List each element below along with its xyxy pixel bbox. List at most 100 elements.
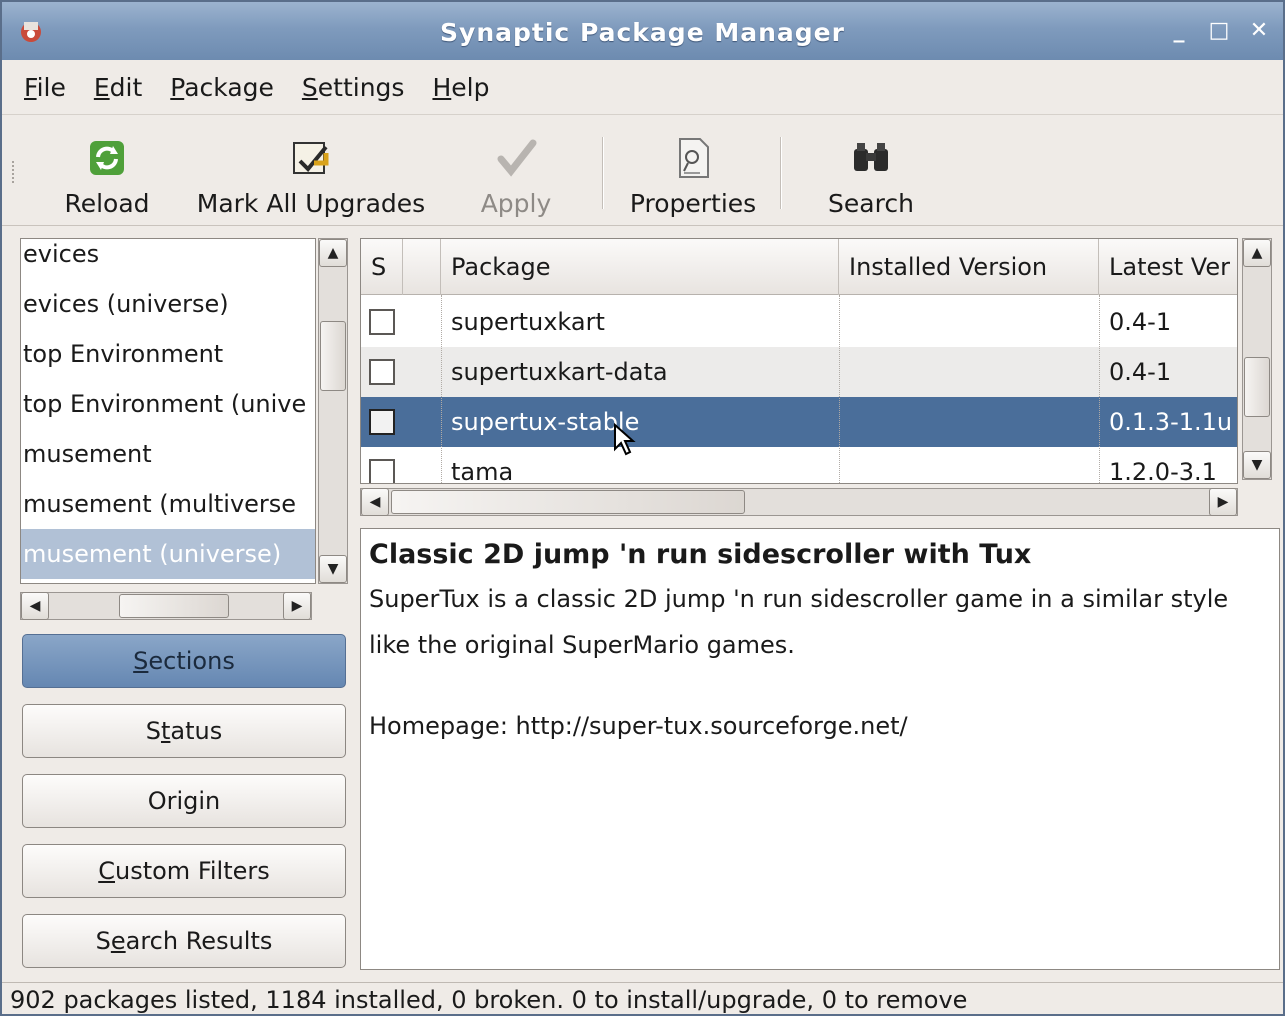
package-name: supertuxkart-data — [451, 358, 668, 386]
scroll-down-arrow-icon[interactable]: ▼ — [319, 555, 347, 583]
latest-version: 0.1.3-1.1u — [1109, 408, 1233, 436]
package-checkbox[interactable] — [369, 459, 395, 483]
origin-filter-label: Origin — [147, 787, 221, 815]
properties-button[interactable]: Properties — [622, 125, 764, 221]
menu-edit-label: dit — [109, 72, 143, 102]
installed-version — [849, 447, 1099, 483]
package-vertical-scrollbar[interactable]: ▲ ▼ — [1242, 238, 1272, 480]
search-results-mnemonic: e — [110, 927, 126, 955]
maximize-button[interactable]: □ — [1206, 18, 1232, 44]
minimize-button[interactable]: _ — [1166, 18, 1192, 44]
menu-package-mnemonic: P — [170, 72, 185, 102]
table-row[interactable]: supertuxkart 0.4-1 — [361, 297, 1237, 347]
menu-help[interactable]: Help — [430, 69, 491, 106]
section-item[interactable]: top Environment — [21, 329, 315, 379]
installed-version — [849, 297, 1099, 347]
section-item[interactable]: musement (multiverse — [21, 479, 315, 529]
package-checkbox[interactable] — [369, 309, 395, 335]
origin-filter-button[interactable]: Origin — [22, 774, 346, 828]
section-item[interactable]: evices — [21, 239, 315, 279]
toolbar-separator — [780, 137, 782, 209]
column-header-package[interactable]: Package — [441, 239, 839, 295]
scroll-left-arrow-icon[interactable]: ◀ — [21, 592, 49, 620]
column-divider — [1099, 295, 1100, 483]
title-bar[interactable]: Synaptic Package Manager _ □ ✕ — [2, 2, 1283, 60]
column-divider — [441, 295, 442, 483]
reload-button[interactable]: Reload — [52, 125, 162, 221]
sections-scroll-thumb[interactable] — [320, 321, 346, 391]
section-item[interactable]: musement — [21, 429, 315, 479]
column-header-blank[interactable] — [403, 239, 441, 295]
mouse-cursor-icon — [614, 423, 636, 456]
mark-all-upgrades-label: Mark All Upgrades — [196, 189, 426, 218]
sections-horizontal-scrollbar[interactable]: ◀ ▶ — [20, 592, 312, 620]
menu-edit[interactable]: Edit — [92, 69, 144, 106]
package-name: tama — [451, 458, 514, 484]
properties-icon — [679, 138, 709, 178]
custom-filters-button[interactable]: Custom Filters — [22, 844, 346, 898]
installed-version — [849, 397, 1099, 447]
section-item[interactable]: evices (universe) — [21, 279, 315, 329]
sections-list[interactable]: evices evices (universe) top Environment… — [20, 238, 316, 584]
package-scroll-thumb[interactable] — [1244, 357, 1270, 417]
reload-icon — [90, 141, 124, 175]
latest-version: 0.4-1 — [1109, 358, 1172, 386]
description-homepage[interactable]: Homepage: http://super-tux.sourceforge.n… — [369, 712, 1271, 740]
scroll-right-arrow-icon[interactable]: ▶ — [1209, 488, 1237, 516]
latest-version: 1.2.0-3.1 — [1109, 458, 1217, 484]
scroll-left-arrow-icon[interactable]: ◀ — [361, 488, 389, 516]
apply-button[interactable]: Apply — [466, 125, 566, 221]
menu-package[interactable]: Package — [168, 69, 276, 106]
scroll-down-arrow-icon[interactable]: ▼ — [1243, 451, 1271, 479]
package-horizontal-scrollbar[interactable]: ◀ ▶ — [360, 488, 1238, 516]
sections-filter-button[interactable]: Sections — [22, 634, 346, 688]
window-title: Synaptic Package Manager — [440, 18, 845, 47]
mark-all-upgrades-button[interactable]: Mark All Upgrades — [188, 125, 434, 221]
sections-hscroll-thumb[interactable] — [119, 594, 229, 618]
package-table[interactable]: S Package Installed Version Latest Ver s… — [360, 238, 1238, 484]
toolbar-grip-handle[interactable] — [12, 161, 18, 183]
column-header-status[interactable]: S — [361, 239, 403, 295]
latest-version: 0.4-1 — [1109, 308, 1172, 336]
scroll-up-arrow-icon[interactable]: ▲ — [1243, 239, 1271, 267]
search-results-pre: S — [95, 927, 111, 955]
menu-settings[interactable]: Settings — [300, 69, 407, 106]
sections-filter-mnemonic: S — [133, 647, 149, 675]
sections-vertical-scrollbar[interactable]: ▲ ▼ — [318, 238, 348, 584]
column-header-latest-version[interactable]: Latest Ver — [1099, 239, 1237, 295]
sections-filter-label: ections — [148, 647, 235, 675]
menu-file-label: ile — [36, 72, 66, 102]
binoculars-icon — [854, 143, 888, 171]
menu-bar: File Edit Package Settings Help — [2, 60, 1283, 114]
column-header-installed-version[interactable]: Installed Version — [839, 239, 1099, 295]
menu-settings-label: ettings — [317, 72, 405, 102]
toolbar: Reload Mark All Upgrades Apply Propertie… — [2, 114, 1283, 226]
column-divider — [839, 295, 840, 483]
apply-label: Apply — [480, 189, 552, 218]
menu-file[interactable]: File — [22, 69, 68, 106]
scroll-right-arrow-icon[interactable]: ▶ — [283, 592, 311, 620]
close-button[interactable]: ✕ — [1246, 18, 1272, 44]
status-bar: 902 packages listed, 1184 installed, 0 b… — [2, 982, 1283, 1016]
package-name: supertuxkart — [451, 308, 605, 336]
table-row[interactable]: tama 1.2.0-3.1 — [361, 447, 1237, 484]
section-item-selected[interactable]: musement (universe) — [21, 529, 315, 579]
status-filter-mnemonic: t — [160, 717, 171, 745]
search-label: Search — [828, 189, 914, 218]
custom-filters-mnemonic: C — [98, 857, 115, 885]
package-checkbox[interactable] — [369, 359, 395, 385]
custom-filters-label: ustom Filters — [115, 857, 270, 885]
table-row-selected[interactable]: supertux-stable 0.1.3-1.1u — [361, 397, 1237, 447]
search-results-button[interactable]: Search Results — [22, 914, 346, 968]
status-filter-label: atus — [170, 717, 223, 745]
status-filter-button[interactable]: Status — [22, 704, 346, 758]
scroll-up-arrow-icon[interactable]: ▲ — [319, 239, 347, 267]
description-title: Classic 2D jump 'n run sidescroller with… — [369, 539, 1032, 570]
search-button[interactable]: Search — [816, 125, 926, 221]
search-results-label: arch Results — [125, 927, 273, 955]
mark-upgrades-icon — [293, 142, 329, 174]
table-row[interactable]: supertuxkart-data 0.4-1 — [361, 347, 1237, 397]
package-hscroll-thumb[interactable] — [391, 490, 745, 514]
section-item[interactable]: top Environment (unive — [21, 379, 315, 429]
package-checkbox[interactable] — [369, 409, 395, 435]
